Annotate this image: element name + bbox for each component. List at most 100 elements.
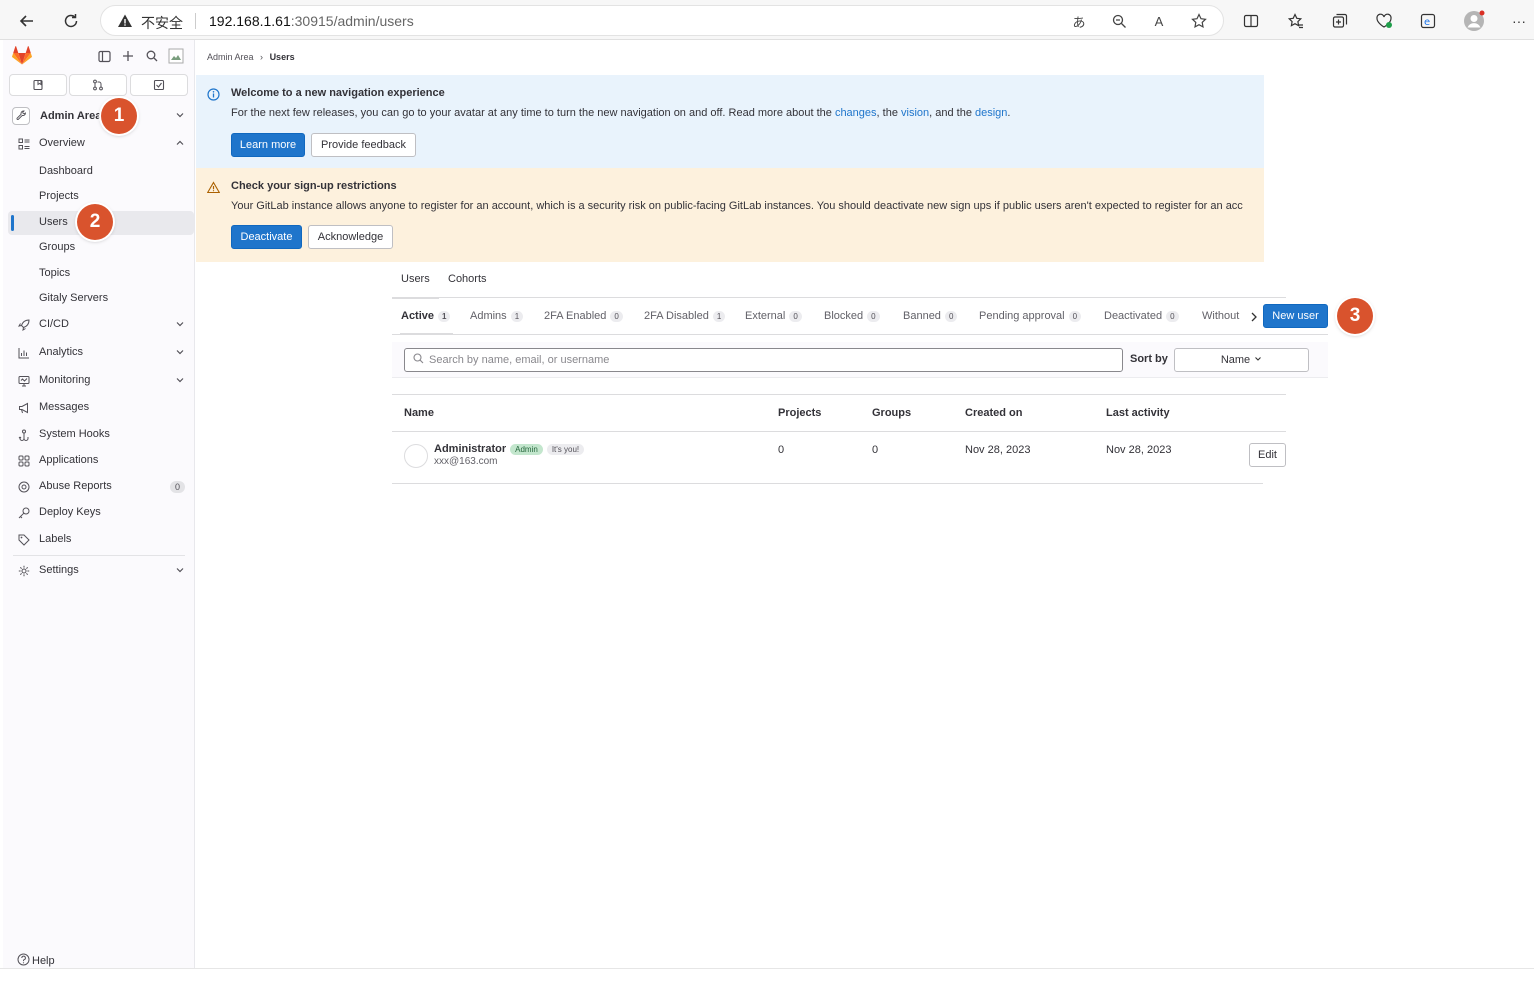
users-cohorts-tabs: Users Cohorts — [392, 264, 1286, 299]
tab-banned[interactable]: Banned 0 — [903, 310, 958, 322]
design-link[interactable]: design — [975, 107, 1007, 119]
sort-dropdown[interactable]: Name — [1174, 348, 1309, 372]
hook-icon — [17, 428, 31, 442]
changes-link[interactable]: changes — [835, 107, 877, 119]
tab-cohorts[interactable]: Cohorts — [448, 273, 487, 285]
merge-requests-quick-button[interactable] — [69, 74, 127, 96]
favorite-star-icon[interactable] — [1189, 11, 1209, 31]
alert-body-text: For the next few releases, you can go to… — [231, 107, 835, 119]
sidebar-item-analytics[interactable]: Analytics — [8, 341, 194, 365]
search-input[interactable]: Search by name, email, or username — [404, 348, 1123, 372]
tab-external[interactable]: External 0 — [745, 310, 802, 322]
tab-count: 0 — [867, 310, 880, 322]
sidebar-item-dashboard[interactable]: Dashboard — [8, 160, 194, 184]
sidebar-item-labels[interactable]: Labels — [8, 528, 194, 552]
tab-users[interactable]: Users — [392, 273, 439, 299]
search-filter-bar: Search by name, email, or username Sort … — [392, 342, 1328, 378]
tab-deactivated[interactable]: Deactivated 0 — [1104, 310, 1179, 322]
provide-feedback-button[interactable]: Provide feedback — [311, 133, 416, 157]
tab-2fa-enabled[interactable]: 2FA Enabled 0 — [544, 310, 623, 322]
alert-body: For the next few releases, you can go to… — [231, 107, 1010, 119]
bullhorn-icon — [17, 401, 31, 415]
split-screen-icon[interactable] — [1240, 10, 1262, 32]
tab-label: Banned — [903, 310, 941, 322]
tab-2fa-disabled[interactable]: 2FA Disabled 1 — [644, 310, 726, 322]
alert-title: Check your sign-up restrictions — [231, 180, 397, 192]
overview-icon — [17, 137, 31, 151]
new-user-button[interactable]: New user — [1263, 304, 1328, 328]
search-icon[interactable] — [144, 48, 160, 64]
issues-quick-button[interactable] — [9, 74, 67, 96]
read-aloud-icon[interactable]: A — [1149, 11, 1169, 31]
chevron-down-icon — [175, 109, 185, 123]
breadcrumb-parent[interactable]: Admin Area — [207, 52, 254, 62]
vision-link[interactable]: vision — [901, 107, 929, 119]
help-label: Help — [32, 955, 55, 967]
more-menu-icon[interactable]: ··· — [1508, 10, 1530, 32]
tab-pending-approval[interactable]: Pending approval 0 — [979, 310, 1082, 322]
chevron-down-icon — [1254, 354, 1262, 366]
zoom-icon[interactable] — [1109, 11, 1129, 31]
browser-essentials-icon[interactable] — [1373, 10, 1395, 32]
acknowledge-button[interactable]: Acknowledge — [308, 225, 393, 249]
sidebar-item-label: Settings — [39, 564, 79, 576]
tab-active[interactable]: Active 1 — [399, 310, 455, 335]
sidebar-item-monitoring[interactable]: Monitoring — [8, 369, 194, 393]
avatar[interactable] — [404, 444, 428, 468]
sidebar-item-cicd[interactable]: CI/CD — [8, 313, 194, 337]
ie-mode-icon[interactable]: e — [1417, 10, 1439, 32]
edit-user-button[interactable]: Edit — [1249, 443, 1286, 467]
tab-count: 0 — [789, 310, 802, 322]
sidebar-item-deploy-keys[interactable]: Deploy Keys — [8, 501, 194, 525]
tab-label: External — [745, 310, 786, 322]
sidebar-item-groups[interactable]: Groups — [8, 236, 194, 260]
sidebar-item-topics[interactable]: Topics — [8, 262, 194, 286]
chevron-right-icon[interactable] — [1250, 311, 1258, 325]
help-icon — [17, 953, 30, 969]
url-text[interactable]: 192.168.1.61:30915/admin/users — [209, 13, 414, 29]
sidebar-item-label: Projects — [39, 190, 79, 202]
sidebar-item-settings[interactable]: Settings — [8, 559, 194, 583]
sidebar-item-applications[interactable]: Applications — [8, 449, 194, 473]
sidebar-item-system-hooks[interactable]: System Hooks — [8, 423, 194, 447]
column-name: Name — [404, 407, 434, 419]
user-avatar-icon[interactable] — [168, 48, 184, 64]
user-name-link[interactable]: Administrator — [434, 443, 506, 455]
tab-count: 0 — [1166, 310, 1179, 322]
help-link[interactable]: Help — [17, 953, 55, 969]
address-bar[interactable]: 不安全 192.168.1.61:30915/admin/users あ A — [100, 5, 1224, 36]
chevron-up-icon — [175, 138, 185, 151]
learn-more-button[interactable]: Learn more — [231, 133, 305, 157]
back-icon[interactable] — [14, 8, 40, 34]
page-scrollbar[interactable] — [1526, 40, 1534, 968]
collections-icon[interactable] — [1329, 10, 1351, 32]
translate-icon[interactable]: あ — [1069, 11, 1089, 31]
users-table-header: Name Projects Groups Created on Last act… — [392, 394, 1286, 432]
sidebar-item-overview[interactable]: Overview — [8, 132, 194, 156]
alert-body-sep: , and the — [929, 107, 975, 119]
url-host: 192.168.1.61 — [209, 13, 291, 29]
sidebar-item-abuse-reports[interactable]: Abuse Reports 0 — [8, 475, 194, 499]
todos-quick-button[interactable] — [130, 74, 188, 96]
chevron-down-icon — [175, 319, 185, 332]
projects-count: 0 — [778, 444, 785, 456]
refresh-icon[interactable] — [58, 8, 84, 34]
address-divider — [195, 13, 196, 29]
tab-blocked[interactable]: Blocked 0 — [824, 310, 880, 322]
abuse-count-badge: 0 — [169, 481, 185, 493]
step-marker-2: 2 — [77, 204, 113, 240]
sidebar-item-messages[interactable]: Messages — [8, 396, 194, 420]
sidebar-item-gitaly-servers[interactable]: Gitaly Servers — [8, 287, 194, 311]
collapse-sidebar-icon[interactable] — [96, 48, 112, 64]
tab-label: Blocked — [824, 310, 864, 322]
plus-icon[interactable] — [120, 48, 136, 64]
favorites-icon[interactable] — [1285, 10, 1307, 32]
profile-avatar-icon[interactable] — [1463, 10, 1485, 32]
security-label: 不安全 — [141, 16, 183, 32]
tab-without-projects[interactable]: Without — [1202, 310, 1239, 322]
deactivate-button[interactable]: Deactivate — [231, 225, 302, 249]
gitlab-logo-icon[interactable] — [12, 46, 32, 68]
tab-label: Active — [401, 310, 435, 322]
sidebar-item-label: System Hooks — [39, 428, 110, 440]
tab-admins[interactable]: Admins 1 — [470, 310, 524, 322]
